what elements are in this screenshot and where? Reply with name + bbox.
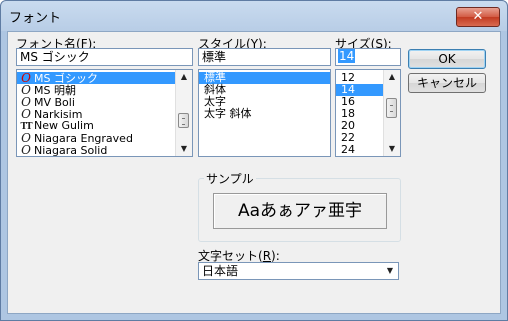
font-name-list[interactable]: O MS ゴシック O MS 明朝 O MV Boli O Narkisim TT New Gul… <box>16 69 193 157</box>
list-item[interactable]: TT New Gulim <box>17 119 176 133</box>
list-item[interactable]: 24 <box>336 144 384 156</box>
scroll-up-icon[interactable]: ▲ <box>176 70 192 84</box>
cancel-button[interactable]: キャンセル <box>408 73 486 93</box>
list-item[interactable]: 太字 斜体 <box>199 108 330 120</box>
window-title: フォント <box>9 11 62 26</box>
charset-select[interactable]: 日本語 ▼ <box>198 262 399 280</box>
scroll-up-icon[interactable]: ▲ <box>384 70 400 84</box>
ok-button[interactable]: OK <box>408 49 486 69</box>
charset-value: 日本語 <box>202 264 239 278</box>
list-item[interactable]: O Niagara Engraved <box>17 132 176 145</box>
list-item-label: Niagara Solid <box>34 144 108 157</box>
list-item[interactable]: O MS 明朝 <box>17 84 176 97</box>
font-list-scrollbar[interactable]: ▲ ▼ <box>175 70 192 156</box>
title-bar[interactable]: フォント ✕ <box>1 1 507 31</box>
style-input[interactable]: 標準 <box>198 48 331 66</box>
style-list[interactable]: 標準 斜体 太字 太字 斜体 <box>198 69 331 157</box>
scroll-down-icon[interactable]: ▼ <box>176 142 192 156</box>
sample-preview: Aaあぁアァ亜宇 <box>213 193 387 229</box>
sample-group-title: サンプル <box>204 170 256 187</box>
list-item[interactable]: O MV Boli <box>17 96 176 109</box>
size-input[interactable]: 14 <box>335 48 401 66</box>
font-list-items: O MS ゴシック O MS 明朝 O MV Boli O Narkisim TT New Gul… <box>17 72 176 156</box>
opentype-font-icon: O <box>21 143 31 157</box>
size-list-scroll-thumb[interactable] <box>386 98 397 118</box>
font-list-scroll-thumb[interactable] <box>178 113 189 128</box>
list-item-label: 太字 斜体 <box>204 107 252 120</box>
font-name-input[interactable]: MS ゴシック <box>16 48 193 66</box>
size-list-items: 12 14 16 18 20 22 24 <box>336 72 384 156</box>
list-item-label: 24 <box>341 143 355 156</box>
list-item-label: New Gulim <box>34 119 94 132</box>
list-item[interactable]: O Niagara Solid <box>17 144 176 156</box>
list-item[interactable]: O MS ゴシック <box>17 72 176 85</box>
size-list-scrollbar[interactable]: ▲ ▼ <box>383 70 400 156</box>
close-button[interactable]: ✕ <box>456 7 500 27</box>
size-input-value: 14 <box>338 49 356 63</box>
dialog-client-area: フォント名(F): MS ゴシック O MS ゴシック O MS 明朝 O MV Boli… <box>7 31 501 314</box>
scroll-down-icon[interactable]: ▼ <box>384 142 400 156</box>
opentype-font-icon: O <box>21 107 31 121</box>
style-list-items: 標準 斜体 太字 太字 斜体 <box>199 72 330 120</box>
size-list[interactable]: 12 14 16 18 20 22 24 ▲ ▼ <box>335 69 401 157</box>
font-dialog: フォント ✕ フォント名(F): MS ゴシック O MS ゴシック O MS 明朝 O… <box>0 0 508 321</box>
chevron-down-icon[interactable]: ▼ <box>384 263 396 279</box>
close-icon: ✕ <box>472 9 484 24</box>
